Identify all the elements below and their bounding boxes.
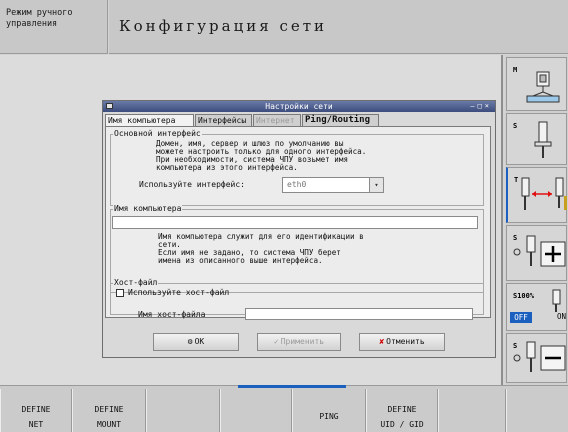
- softkey-row-indicator: [238, 385, 346, 388]
- info-text: Имя компьютера служит для его идентифика…: [158, 232, 364, 241]
- softkey-line2: NET: [28, 420, 44, 429]
- softkey-label: S100%: [513, 292, 535, 300]
- spindle-minus-icon: [513, 341, 566, 372]
- softkey-line1: DEFINE: [387, 405, 417, 414]
- dialog-title: Настройки сети: [265, 102, 333, 111]
- vertical-softkey-bar: M S T S S100% OFF ON S: [505, 55, 568, 385]
- check-icon: ✓: [273, 337, 279, 346]
- interface-value: eth0: [287, 180, 307, 189]
- softkey-line1: DEFINE: [21, 405, 51, 414]
- tab-internet: Интернет: [253, 114, 301, 126]
- apply-label: Применить: [280, 337, 325, 346]
- ok-button[interactable]: ⚙ OK: [153, 333, 239, 351]
- page-title: Конфигурация сети: [109, 0, 568, 54]
- dialog-titlebar[interactable]: Настройки сети –□×: [103, 101, 495, 112]
- computer-name-input[interactable]: [112, 216, 478, 229]
- softkey-spindle-override[interactable]: S100% OFF ON: [506, 283, 567, 331]
- off-button[interactable]: OFF: [510, 312, 532, 323]
- softkey-empty[interactable]: [146, 389, 220, 432]
- spindle-plus-icon: [513, 235, 566, 267]
- softkey-t[interactable]: T: [506, 167, 567, 223]
- softkey-line2: UID / GID: [380, 420, 424, 429]
- group-title: Имя компьютера: [113, 204, 183, 213]
- cancel-icon: ✘: [379, 337, 385, 346]
- tab-ping-routing[interactable]: Ping/Routing: [302, 114, 379, 126]
- softkey-define-mount[interactable]: DEFINE MOUNT: [72, 389, 146, 432]
- tab-interfaces[interactable]: Интерфейсы: [195, 114, 252, 126]
- operating-mode: Режим ручного управления: [0, 0, 108, 54]
- softkey-line1: DEFINE: [94, 405, 124, 414]
- softkey-m[interactable]: M: [506, 57, 567, 111]
- mode-line1: Режим ручного: [6, 8, 73, 18]
- maximize-icon[interactable]: □: [478, 102, 485, 110]
- host-file-name-input[interactable]: [245, 308, 473, 320]
- softkey-define-net[interactable]: DEFINE NET: [0, 389, 72, 432]
- screen: { "header": { "mode_line1": "Режим ручно…: [0, 0, 568, 432]
- apply-button: ✓ Применить: [257, 333, 341, 351]
- cancel-label: Отменить: [386, 337, 425, 346]
- softkey-empty[interactable]: [220, 389, 292, 432]
- cancel-button[interactable]: ✘ Отменить: [359, 333, 445, 351]
- close-icon[interactable]: ×: [485, 102, 492, 110]
- softkey-label: M: [513, 66, 518, 74]
- mode-line2: управления: [6, 19, 58, 29]
- info-text: компьютера из этого интерфейса.: [156, 163, 298, 172]
- dropdown-arrow-icon[interactable]: ▾: [369, 178, 383, 192]
- softkey-line2: MOUNT: [96, 420, 122, 429]
- softkey-s-minus[interactable]: S: [506, 333, 567, 383]
- window-controls[interactable]: –□×: [470, 102, 492, 111]
- use-interface-label: Используйте интерфейс:: [139, 180, 245, 189]
- minimize-icon[interactable]: –: [470, 102, 477, 110]
- horizontal-softkey-bar: DEFINE NET DEFINE MOUNT PING DEFINE UID / G…: [0, 385, 568, 432]
- softkey-ping[interactable]: PING: [292, 389, 366, 432]
- ok-icon: ⚙: [187, 337, 193, 346]
- window-menu-icon[interactable]: [106, 103, 113, 109]
- spindle-m-icon: [526, 71, 560, 103]
- softkey-define-uid-gid[interactable]: DEFINE UID / GID: [366, 389, 438, 432]
- info-text: имена из описанного выше интерфейса.: [158, 256, 323, 265]
- interface-select[interactable]: eth0 ▾: [282, 177, 384, 193]
- softkey-s-plus[interactable]: S: [506, 225, 567, 281]
- softkey-empty[interactable]: [438, 389, 506, 432]
- softkey-line1: PING: [319, 412, 339, 421]
- softkey-label: S: [513, 122, 518, 130]
- tool-change-icon: [521, 177, 567, 210]
- ok-label: OK: [194, 337, 205, 346]
- softkey-empty[interactable]: [506, 389, 568, 432]
- network-settings-dialog: Настройки сети –□× Имя компьютера Интерф…: [102, 100, 496, 358]
- use-host-file-checkbox[interactable]: [116, 289, 124, 297]
- group-title: Хост-файл: [113, 278, 159, 287]
- group-title: Основной интерфейс: [113, 129, 202, 138]
- on-button[interactable]: ON: [557, 312, 566, 321]
- softkey-s[interactable]: S: [506, 113, 567, 165]
- host-file-name-label: Имя хост-файла: [138, 310, 206, 319]
- checkbox-label: Используйте хост-файл: [128, 288, 230, 297]
- tool-icon: [534, 121, 552, 158]
